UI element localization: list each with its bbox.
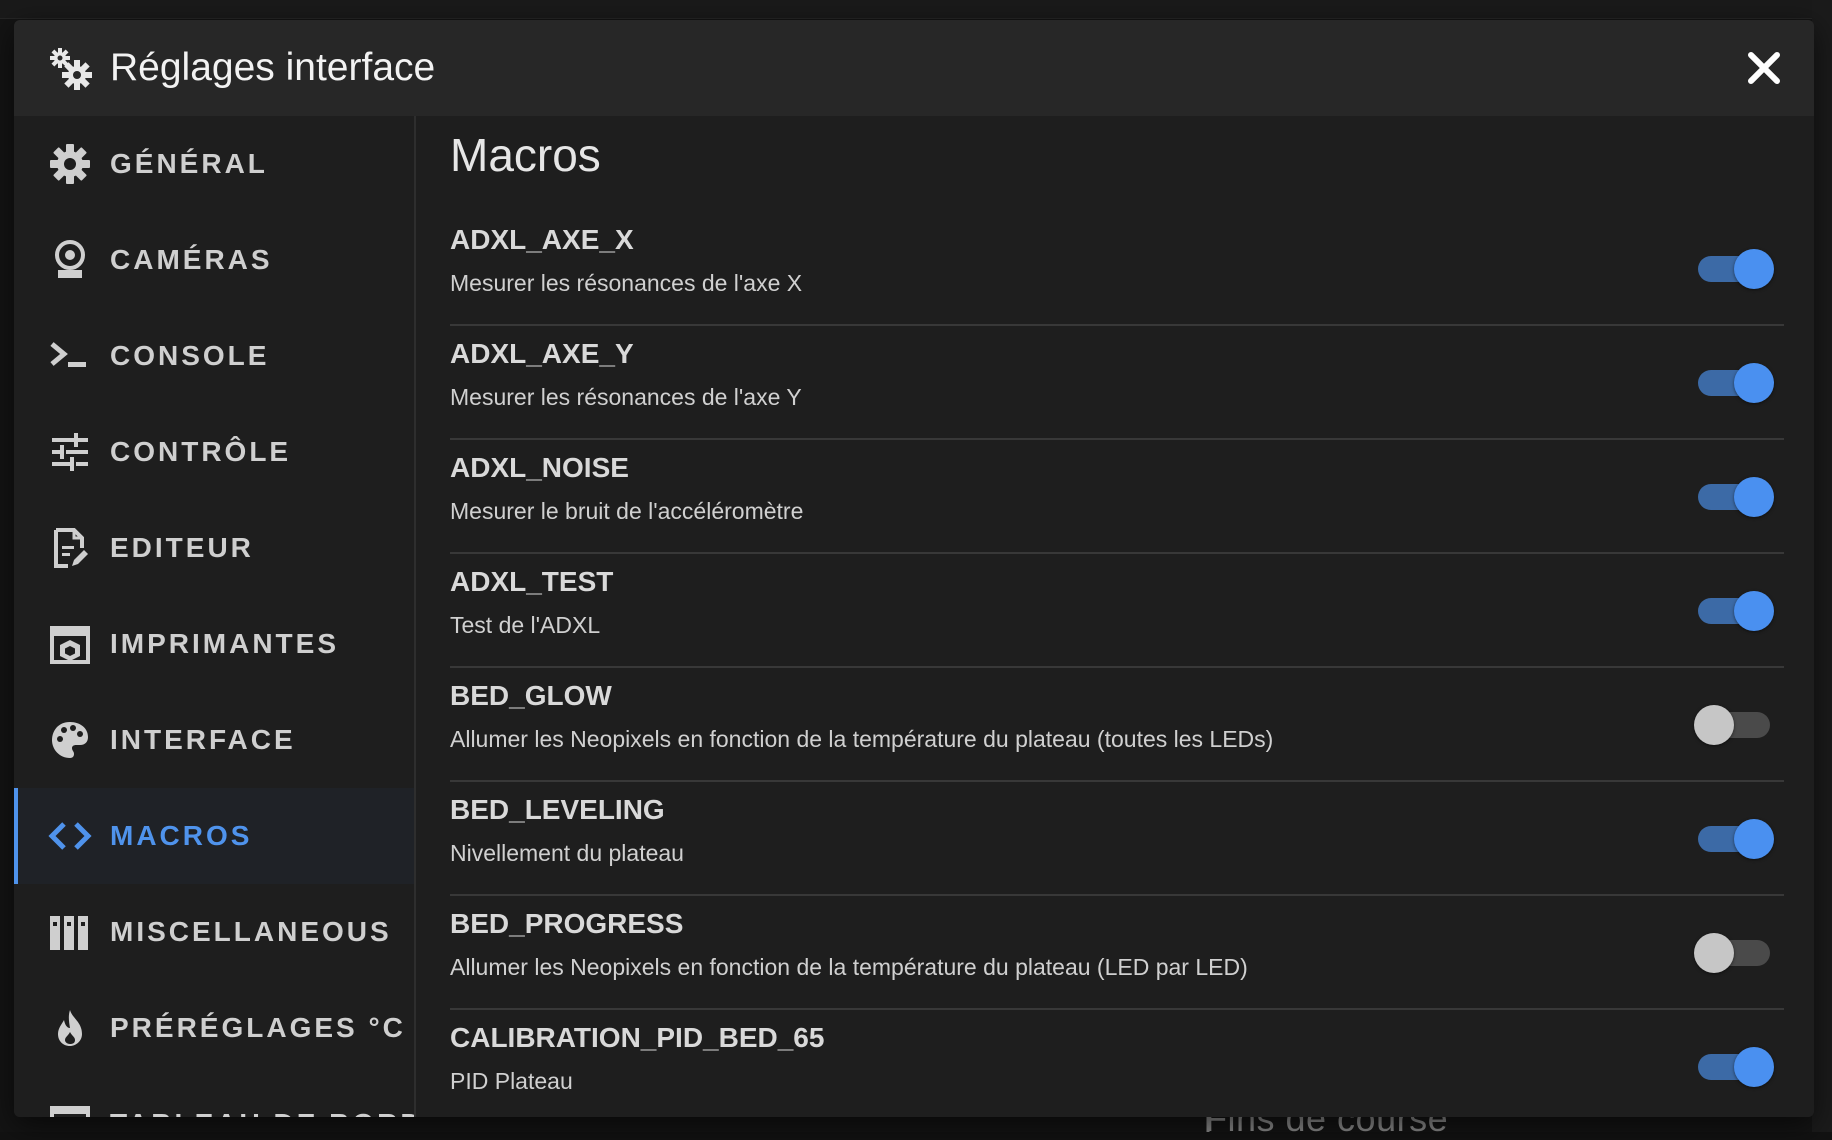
background-right-panel [1812,0,1832,1132]
sidebar-item-label: TABLEAU DE BORD [110,1076,414,1117]
sidebar-item-label: IMPRIMANTES [110,628,339,659]
sidebar-item-label: CONTRÔLE [110,436,292,467]
macro-row: BED_PROGRESS Allumer les Neopixels en fo… [450,896,1784,1010]
macro-name: BED_PROGRESS [450,908,684,939]
macro-visibility-toggle[interactable] [1694,930,1774,974]
dashboard-icon [50,1106,90,1117]
sidebar-item-control[interactable]: CONTRÔLE [14,404,414,500]
sidebar-item-cameras[interactable]: CAMÉRAS [14,212,414,308]
close-icon [1748,52,1780,84]
macro-description: Mesurer les résonances de l'axe Y [450,384,802,410]
sidebar-item-label: INTERFACE [110,724,296,755]
macro-name: ADXL_AXE_Y [450,338,634,369]
macro-visibility-toggle[interactable] [1694,588,1774,632]
background-topbar [0,0,1832,19]
settings-sidebar: GÉNÉRAL CAMÉRAS CONSOLE CONTRÔLE EDITEUR… [14,116,416,1117]
sidebar-item-miscellaneous[interactable]: MISCELLANEOUS [14,884,414,980]
macro-visibility-toggle[interactable] [1694,474,1774,518]
gear-icon [50,144,90,184]
macro-name: ADXL_TEST [450,566,614,597]
macro-row: BED_GLOW Allumer les Neopixels en foncti… [450,668,1784,782]
sidebar-item-editor[interactable]: EDITEUR [14,500,414,596]
macro-row: CALIBRATION_PID_BED_65 PID Plateau [450,1010,1784,1117]
page-title: Macros [450,129,601,181]
close-button[interactable] [1742,46,1786,90]
macro-row: BED_LEVELING Nivellement du plateau [450,782,1784,896]
macro-row: ADXL_AXE_Y Mesurer les résonances de l'a… [450,326,1784,440]
macro-name: BED_GLOW [450,680,612,711]
macro-name: ADXL_AXE_X [450,224,634,255]
settings-dialog: Réglages interface GÉNÉRAL CAMÉRAS CONSO… [14,20,1814,1117]
macro-row: ADXL_AXE_X Mesurer les résonances de l'a… [450,212,1784,326]
sidebar-item-console[interactable]: CONSOLE [14,308,414,404]
webcam-icon [55,240,85,278]
sidebar-item-label: PRÉRÉGLAGES °C [110,1012,406,1043]
macro-visibility-toggle[interactable] [1694,1044,1774,1088]
macro-description: Allumer les Neopixels en fonction de la … [450,954,1248,980]
sidebar-item-dashboard[interactable]: TABLEAU DE BORD [14,1076,414,1117]
macro-visibility-toggle[interactable] [1694,702,1774,746]
macro-description: PID Plateau [450,1068,573,1094]
fire-icon [58,1010,82,1046]
sidebar-item-label: CAMÉRAS [110,244,273,275]
sidebar-item-temperature-presets[interactable]: PRÉRÉGLAGES °C [14,980,414,1076]
sidebar-item-label: MACROS [110,820,253,851]
macro-name: ADXL_NOISE [450,452,629,483]
dialog-header: Réglages interface [14,20,1814,116]
code-brackets-icon [48,822,92,850]
library-icon [50,916,88,950]
sidebar-item-macros[interactable]: MACROS [14,788,414,884]
sidebar-item-label: MISCELLANEOUS [110,916,392,947]
palette-icon [52,722,88,758]
macro-description: Mesurer les résonances de l'axe X [450,270,803,296]
macro-description: Mesurer le bruit de l'accéléromètre [450,498,804,524]
macro-description: Nivellement du plateau [450,840,684,866]
printer-3d-icon [50,626,90,664]
sidebar-item-printers[interactable]: IMPRIMANTES [14,596,414,692]
gears-icon [50,48,92,90]
dialog-title: Réglages interface [110,46,436,89]
macro-name: BED_LEVELING [450,794,665,825]
macro-visibility-toggle[interactable] [1694,360,1774,404]
sidebar-item-label: GÉNÉRAL [110,148,268,179]
sidebar-item-label: EDITEUR [110,532,254,563]
sliders-icon [52,433,88,471]
macro-description: Test de l'ADXL [450,612,601,638]
sidebar-item-label: CONSOLE [110,340,270,371]
macro-row: ADXL_NOISE Mesurer le bruit de l'accélér… [450,440,1784,554]
macro-visibility-toggle[interactable] [1694,246,1774,290]
sidebar-item-general[interactable]: GÉNÉRAL [14,116,414,212]
macro-visibility-toggle[interactable] [1694,816,1774,860]
sidebar-item-interface[interactable]: INTERFACE [14,692,414,788]
macro-row: ADXL_TEST Test de l'ADXL [450,554,1784,668]
file-edit-icon [54,528,88,568]
console-icon [50,342,86,367]
macro-description: Allumer les Neopixels en fonction de la … [450,726,1274,752]
macro-name: CALIBRATION_PID_BED_65 [450,1022,825,1053]
macros-panel: Macros ADXL_AXE_X Mesurer les résonances… [416,116,1814,1117]
